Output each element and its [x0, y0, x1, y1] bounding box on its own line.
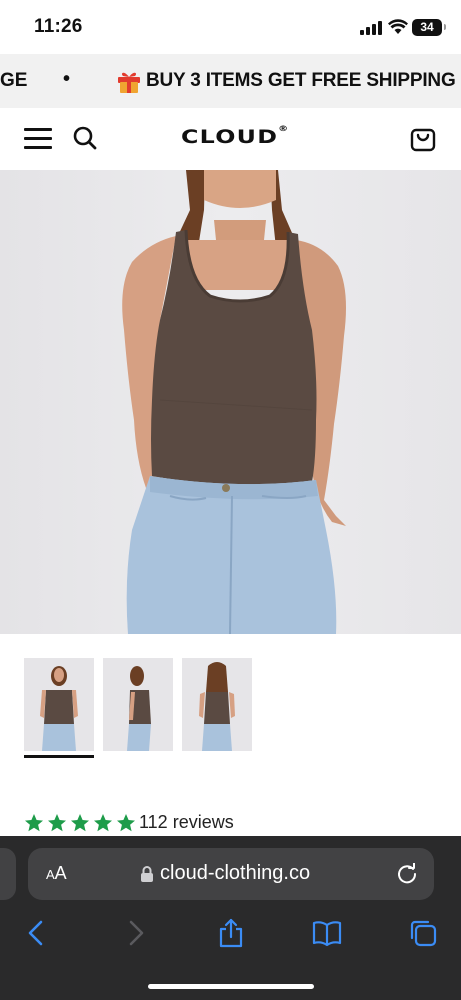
star-icon: [117, 813, 135, 831]
product-main-image[interactable]: [0, 170, 461, 634]
logo-trademark: ®: [278, 124, 290, 133]
shopping-bag-icon[interactable]: [410, 124, 436, 152]
home-indicator: [148, 984, 314, 989]
brand-logo[interactable]: CLOUD®: [181, 124, 290, 148]
book-icon[interactable]: [312, 918, 342, 948]
reviews-count[interactable]: 112 reviews: [139, 812, 234, 833]
star-icon: [71, 813, 89, 831]
product-thumbnails: [0, 634, 461, 836]
thumbnail-side-image: [103, 658, 173, 751]
url-text: cloud-clothing.co: [160, 862, 311, 884]
promo-banner[interactable]: GE • BUY 3 ITEMS GET FREE SHIPPING: [0, 54, 461, 108]
thumbnail-side[interactable]: [103, 658, 173, 751]
thumbnail-front[interactable]: [24, 658, 94, 751]
thumbnail-front-image: [24, 658, 94, 751]
previous-tab-peek[interactable]: [0, 848, 16, 900]
text-size-button[interactable]: AA: [46, 863, 67, 884]
back-chevron-icon[interactable]: [22, 918, 52, 948]
logo-text: CLOUD: [181, 126, 279, 148]
promo-separator: •: [63, 68, 71, 90]
status-bar: 11:26 34: [0, 0, 461, 54]
text-size-small-a: A: [46, 867, 55, 882]
active-thumbnail-indicator: [24, 755, 94, 758]
thumbnail-back[interactable]: [182, 658, 252, 751]
reload-icon[interactable]: [396, 863, 418, 885]
hamburger-icon[interactable]: [24, 128, 52, 150]
forward-chevron-icon[interactable]: [120, 918, 150, 948]
promo-message: BUY 3 ITEMS GET FREE SHIPPING: [146, 70, 456, 91]
star-icon: [25, 813, 43, 831]
product-rating[interactable]: 112 reviews: [24, 812, 234, 836]
site-header: CLOUD®: [0, 108, 461, 170]
share-icon[interactable]: [216, 918, 246, 948]
wifi-icon: [388, 19, 408, 34]
star-icon: [48, 813, 66, 831]
tabs-icon[interactable]: [408, 918, 438, 948]
browser-toolbar: AA cloud-clothing.co: [0, 836, 461, 1000]
status-time: 11:26: [34, 16, 83, 37]
gift-icon: [118, 72, 140, 93]
model-photo: [0, 170, 461, 634]
address-bar[interactable]: AA cloud-clothing.co: [28, 848, 434, 900]
thumbnail-back-image: [182, 658, 252, 751]
star-icon: [94, 813, 112, 831]
text-size-large-a: A: [54, 863, 67, 883]
search-icon[interactable]: [72, 125, 98, 151]
cellular-signal-icon: [360, 21, 382, 35]
lock-icon: [141, 866, 153, 882]
battery-indicator: 34: [412, 19, 446, 36]
promo-previous-fragment: GE: [0, 70, 28, 91]
